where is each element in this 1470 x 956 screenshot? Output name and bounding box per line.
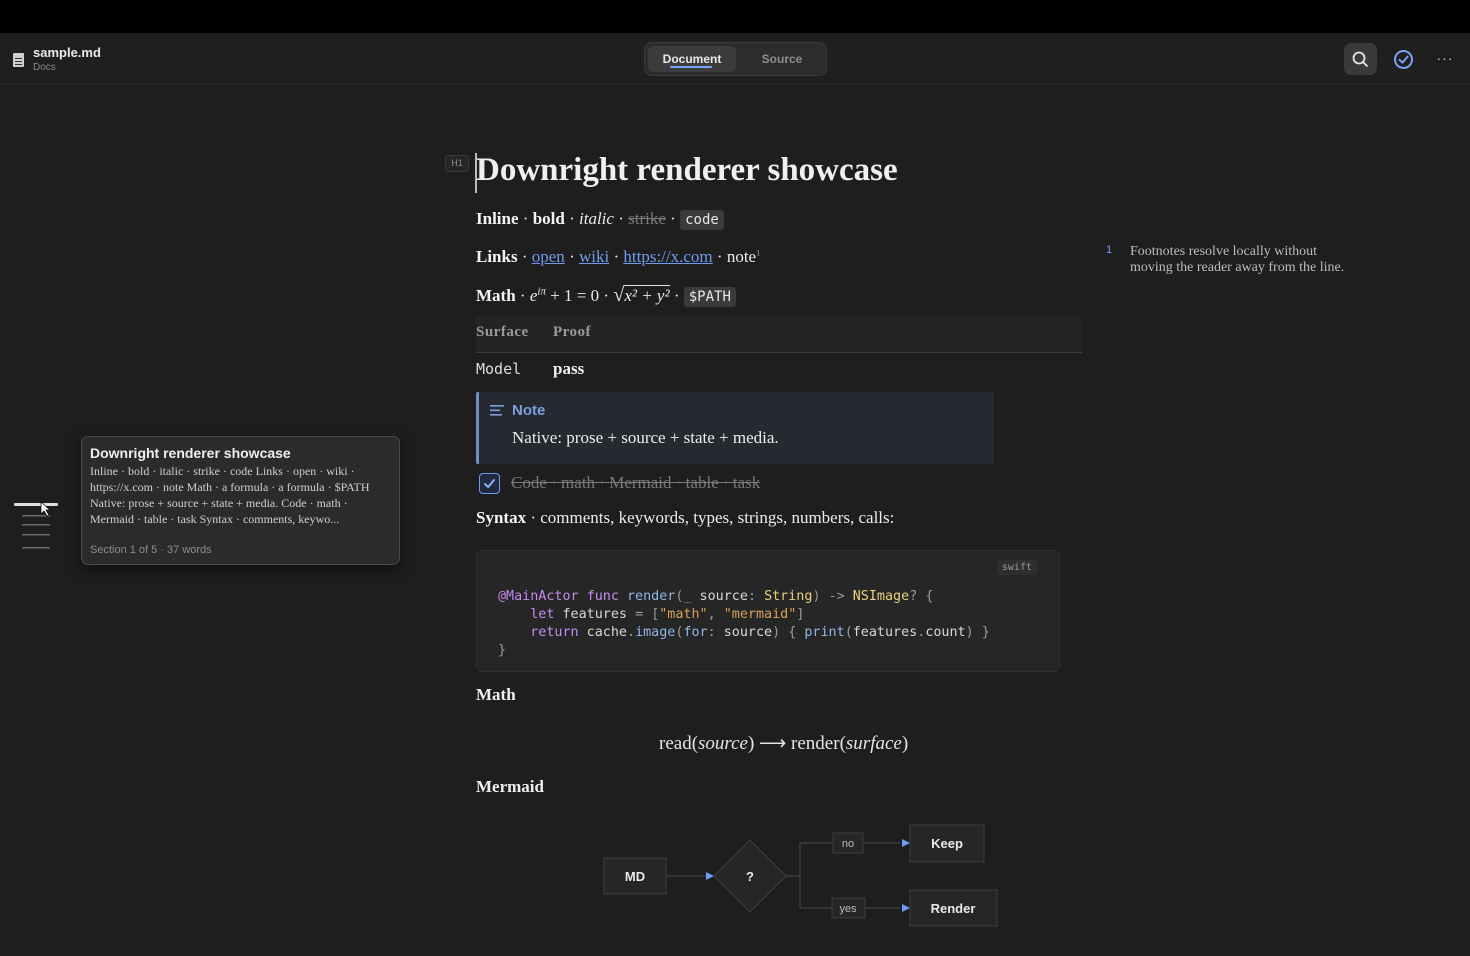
mermaid-flowchart[interactable]: MD ? no yes Keep Render	[600, 820, 1010, 935]
sqrt-radicand: x² + y²	[624, 285, 670, 305]
heading-level-badge[interactable]: H1	[445, 155, 469, 172]
outline-lines-icon	[14, 501, 58, 549]
system-menubar	[0, 0, 1470, 33]
mermaid-edge-yes: yes	[839, 903, 857, 915]
mermaid-heading[interactable]: Mermaid	[476, 777, 544, 797]
view-mode-switcher: Document Source	[644, 42, 827, 76]
link-open[interactable]: open	[532, 247, 565, 266]
display-math[interactable]: read(source) ⟶ render(surface)	[659, 732, 908, 755]
italic-text: italic	[579, 209, 614, 228]
table-header-proof: Proof	[553, 324, 592, 340]
table-cell-model[interactable]: Model	[476, 360, 521, 378]
document-icon	[13, 53, 24, 67]
tooltip-title: Downright renderer showcase	[90, 445, 291, 461]
link-wiki[interactable]: wiki	[579, 247, 609, 266]
separator: ·	[712, 247, 727, 266]
code-language-tag: swift	[996, 560, 1037, 575]
table-cell-pass[interactable]: pass	[553, 359, 584, 379]
syntax-line[interactable]: Syntax · comments, keywords, types, stri…	[476, 508, 894, 528]
links-line: Links · open · wiki · https://x.com · no…	[476, 247, 760, 267]
link-url[interactable]: https://x.com	[623, 247, 712, 266]
tab-document-underline	[670, 66, 712, 68]
separator: ·	[518, 209, 533, 228]
inline-formula-sqrt[interactable]: √x² + y²	[613, 284, 670, 306]
note-lines-icon	[490, 405, 504, 416]
strike-text: strike	[628, 209, 666, 228]
outline-tooltip: Downright renderer showcase Inline · bol…	[81, 436, 400, 565]
math-part: source	[698, 733, 748, 754]
tooltip-meta: Section 1 of 5 · 37 words	[90, 544, 212, 556]
code-block[interactable]: swift @MainActor func render(_ source: S…	[476, 550, 1060, 672]
math-part: ) ⟶ render(	[747, 733, 846, 754]
outline-minimap[interactable]	[14, 500, 60, 552]
math-part: )	[901, 733, 909, 754]
note-callout[interactable]: Note Native: prose + source + state + me…	[476, 392, 994, 464]
mermaid-node-md-label: MD	[625, 869, 645, 884]
math-part: surface	[845, 733, 902, 754]
file-name[interactable]: sample.md	[33, 45, 101, 60]
task-text[interactable]: Code · math · Mermaid · table · task	[511, 473, 760, 493]
mermaid-node-keep-label: Keep	[931, 836, 963, 851]
separator: ·	[613, 209, 629, 228]
formula-rest: + 1 = 0	[545, 286, 600, 305]
task-checkbox[interactable]	[479, 473, 500, 494]
separator: ·	[517, 247, 532, 266]
sqrt-sign: √	[613, 284, 625, 306]
search-icon	[1352, 51, 1368, 67]
more-options-button[interactable]: ···	[1432, 44, 1458, 74]
note-text: note	[726, 247, 757, 266]
inline-code-path: $PATH	[683, 287, 736, 307]
checkmark-status-button[interactable]	[1388, 44, 1419, 75]
bold-text: bold	[532, 209, 565, 228]
links-label: Links	[476, 247, 518, 266]
tooltip-body: Inline · bold · italic · strike · code L…	[90, 464, 370, 526]
tab-document[interactable]: Document	[648, 46, 736, 72]
formula-exponent: iπ	[537, 285, 546, 298]
separator: ·	[564, 247, 579, 266]
mermaid-node-render-label: Render	[931, 901, 976, 916]
syntax-text: · comments, keywords, types, strings, nu…	[526, 508, 895, 527]
syntax-label: Syntax	[476, 508, 527, 527]
math-label: Math	[476, 286, 516, 305]
code-content: @MainActor func render(_ source: String)…	[498, 589, 990, 658]
separator: ·	[609, 247, 624, 266]
separator: ·	[599, 286, 614, 305]
markdown-table[interactable]: Surface Proof	[476, 317, 1082, 353]
file-folder[interactable]: Docs	[33, 62, 56, 73]
footnote-text: Footnotes resolve locally without moving…	[1130, 244, 1345, 275]
separator: ·	[564, 209, 580, 228]
mermaid-decision-label: ?	[746, 869, 754, 884]
math-heading[interactable]: Math	[476, 685, 516, 705]
mermaid-edge-no: no	[842, 838, 854, 850]
separator: ·	[515, 286, 530, 305]
inline-line[interactable]: Inline · bold · italic · strike · code	[476, 209, 724, 230]
inline-code: code	[680, 210, 724, 230]
math-line: Math · eiπ + 1 = 0 · √x² + y² · $PATH	[476, 284, 736, 307]
callout-body: Native: prose + source + state + media.	[512, 428, 779, 447]
footnote-number[interactable]: 1	[1106, 244, 1112, 256]
tab-source[interactable]: Source	[740, 46, 824, 72]
inline-formula-euler[interactable]: eiπ + 1 = 0	[530, 285, 600, 305]
inline-label: Inline	[476, 209, 519, 228]
separator: ·	[665, 209, 681, 228]
table-header-surface: Surface	[476, 324, 529, 340]
math-part: read(	[659, 733, 699, 754]
window-toolbar: sample.md Docs Document Source ···	[0, 33, 1470, 85]
checkmark-icon	[484, 479, 495, 488]
search-button[interactable]	[1344, 43, 1377, 75]
checkmark-circle-icon	[1394, 50, 1413, 69]
callout-title: Note	[512, 402, 546, 419]
table-header-row: Surface Proof	[476, 317, 1082, 353]
footnote-reference[interactable]: 1	[756, 248, 760, 257]
separator: ·	[669, 286, 684, 305]
document-title[interactable]: Downright renderer showcase	[476, 152, 898, 189]
